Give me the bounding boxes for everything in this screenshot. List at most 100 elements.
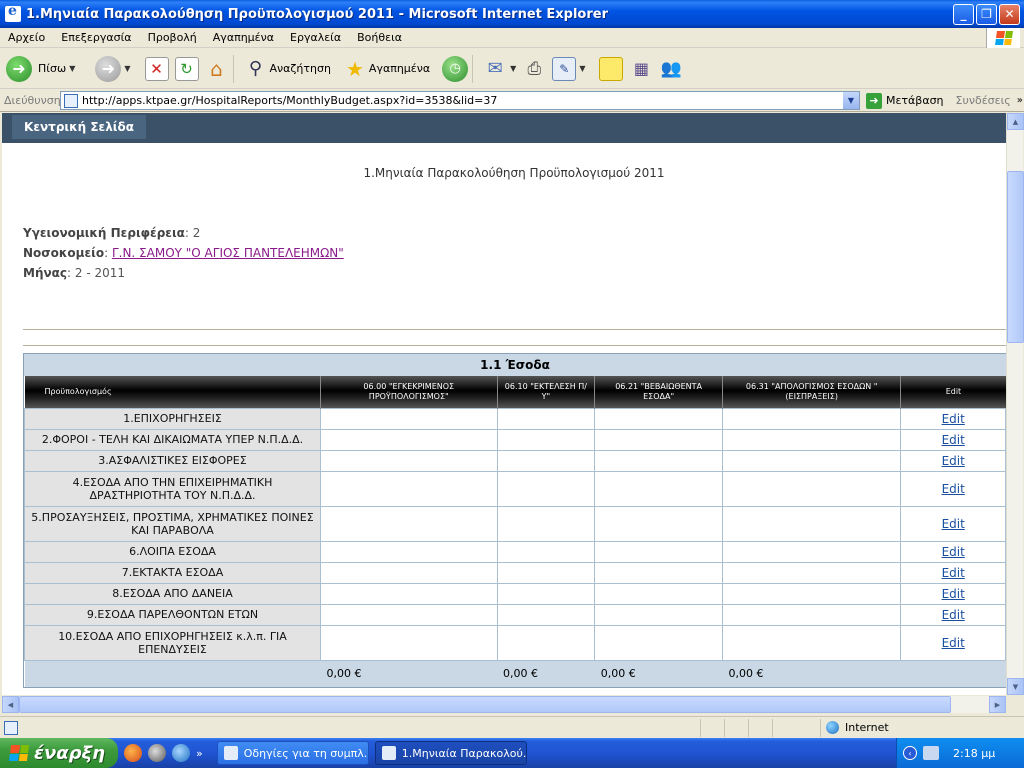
total-value: 0,00 € xyxy=(594,660,723,687)
totals-spacer xyxy=(24,660,321,687)
value-cell xyxy=(320,449,498,472)
internet-globe-icon xyxy=(826,721,839,734)
scroll-right-icon[interactable]: ▶ xyxy=(989,696,1006,713)
edit-link[interactable]: Edit xyxy=(942,608,965,622)
menu-favorites[interactable]: Αγαπημένα xyxy=(205,31,282,44)
firefox-icon[interactable] xyxy=(124,744,142,762)
address-input[interactable]: http://apps.ktpae.gr/HospitalReports/Mon… xyxy=(60,91,860,110)
menu-help[interactable]: Βοήθεια xyxy=(349,31,410,44)
edit-link[interactable]: Edit xyxy=(942,545,965,559)
value-cell xyxy=(496,561,596,584)
edit-dropdown-icon[interactable]: ▼ xyxy=(579,64,585,73)
close-button[interactable]: ✕ xyxy=(999,3,1020,25)
vertical-scrollbar[interactable]: ▲ ▼ xyxy=(1006,113,1024,695)
hospital-label: Νοσοκομείο xyxy=(23,246,105,260)
status-pane xyxy=(700,718,701,737)
forward-dropdown-icon[interactable]: ▼ xyxy=(124,64,130,73)
scroll-down-icon[interactable]: ▼ xyxy=(1007,678,1024,695)
horizontal-scrollbar[interactable]: ◀ ▶ xyxy=(2,696,1006,713)
menu-tools[interactable]: Εργαλεία xyxy=(282,31,349,44)
stop-button[interactable]: ✕ xyxy=(137,56,169,81)
table-row: 8.ΕΣΟΔΑ ΑΠΟ ΔΑΝΕΙΑ Edit xyxy=(24,582,1006,605)
menu-view[interactable]: Προβολή xyxy=(140,31,205,44)
print-button[interactable]: ⎙ xyxy=(522,57,546,81)
ie-icon xyxy=(5,3,21,22)
tray-collapse-icon[interactable]: ‹ xyxy=(903,746,917,760)
mail-dropdown-icon[interactable]: ▼ xyxy=(510,64,516,73)
discuss-button[interactable] xyxy=(591,56,624,81)
clock[interactable]: 2:18 μμ xyxy=(953,747,995,760)
menu-edit[interactable]: Επεξεργασία xyxy=(53,31,139,44)
taskbar: έναρξη » Οδηγίες για τη συμπλ... 1.Μηνια… xyxy=(0,738,1024,768)
col-header-certified: 06.21 "ΒΕΒΑΙΩΘΕΝΤΑ ΕΣΟΔΑ" xyxy=(594,376,723,408)
favorites-button[interactable]: ★ Αγαπημένα xyxy=(337,57,430,81)
value-cell xyxy=(496,407,596,430)
scroll-up-icon[interactable]: ▲ xyxy=(1007,113,1024,130)
task-label: 1.Μηνιαία Παρακολού... xyxy=(401,746,527,760)
minimize-button[interactable]: _ xyxy=(953,3,974,25)
taskbar-item-budget[interactable]: 1.Μηνιαία Παρακολού... xyxy=(374,741,527,765)
forward-button[interactable]: ➜ ▼ xyxy=(81,55,131,82)
page-status-icon xyxy=(4,720,18,735)
edit-link[interactable]: Edit xyxy=(942,433,965,447)
taskbar-item-guide[interactable]: Οδηγίες για τη συμπλ... xyxy=(216,741,369,765)
restore-button[interactable]: ❐ xyxy=(976,3,997,25)
search-button[interactable]: ⚲ Αναζήτηση xyxy=(244,57,331,81)
favorites-star-icon: ★ xyxy=(345,56,364,81)
hospital-link[interactable]: Γ.Ν. ΣΑΜΟΥ "Ο ΑΓΙΟΣ ΠΑΝΤΕΛΕΗΜΩΝ" xyxy=(112,246,344,260)
horizontal-scroll-thumb[interactable] xyxy=(19,696,951,713)
quick-launch: » xyxy=(124,744,203,762)
menu-file[interactable]: Αρχείο xyxy=(0,31,53,44)
network-icon[interactable] xyxy=(923,746,939,760)
edit-link[interactable]: Edit xyxy=(942,587,965,601)
col-header-execution: 06.10 "ΕΚΤΕΛΕΣΗ Π/Υ" xyxy=(496,376,595,408)
mail-button[interactable]: ✉ ▼ xyxy=(483,57,517,81)
edit-cell: Edit xyxy=(900,407,1006,430)
ie-quicklaunch-icon[interactable] xyxy=(172,744,190,762)
row-label: 2.ΦΟΡΟΙ - ΤΕΛΗ ΚΑΙ ΔΙΚΑΙΩΜΑΤΑ ΥΠΕΡ Ν.Π.Δ… xyxy=(24,428,321,451)
col-header-approved: 06.00 "ΕΓΚΕΚΡΙΜΕΝΟΣ ΠΡΟΫΠΟΛΟΓΙΣΜΟΣ" xyxy=(320,376,498,408)
edit-page-button[interactable]: ✎ ▼ xyxy=(552,56,585,81)
edit-link[interactable]: Edit xyxy=(942,454,965,468)
edit-link[interactable]: Edit xyxy=(942,412,965,426)
scroll-left-icon[interactable]: ◀ xyxy=(2,696,19,713)
row-label: 8.ΕΣΟΔΑ ΑΠΟ ΔΑΝΕΙΑ xyxy=(24,582,321,605)
address-dropdown-icon[interactable]: ▼ xyxy=(843,92,859,109)
research-button[interactable]: ▦ xyxy=(629,57,653,81)
value-cell xyxy=(721,428,902,451)
start-button[interactable]: έναρξη xyxy=(0,738,118,768)
vertical-scroll-thumb[interactable] xyxy=(1007,171,1024,343)
table-row: 5.ΠΡΟΣΑΥΞΗΣΕΙΣ, ΠΡΟΣΤΙΜΑ, ΧΡΗΜΑΤΙΚΕΣ ΠΟΙ… xyxy=(24,505,1006,542)
row-label: 3.ΑΣΦΑΛΙΣΤΙΚΕΣ ΕΙΣΦΟΡΕΣ xyxy=(24,449,321,472)
home-icon: ⌂ xyxy=(210,56,223,81)
media-player-icon[interactable] xyxy=(148,744,166,762)
history-button[interactable]: ◷ xyxy=(436,55,469,82)
table-row: 7.ΕΚΤΑΚΤΑ ΕΣΟΔΑ Edit xyxy=(24,561,1006,584)
back-button[interactable]: ➜ Πίσω ▼ xyxy=(6,55,75,82)
address-bar: Διεύθυνση http://apps.ktpae.gr/HospitalR… xyxy=(0,90,1024,112)
links-button[interactable]: Συνδέσεις xyxy=(956,94,1011,107)
home-button[interactable]: ⌂ xyxy=(205,57,229,81)
quick-launch-expand-icon[interactable]: » xyxy=(196,747,203,760)
totals-row: 0,00 €0,00 €0,00 €0,00 € xyxy=(24,660,1006,687)
row-label: 5.ΠΡΟΣΑΥΞΗΣΕΙΣ, ΠΡΟΣΤΙΜΑ, ΧΡΗΜΑΤΙΚΕΣ ΠΟΙ… xyxy=(24,505,321,542)
edit-link[interactable]: Edit xyxy=(942,636,965,650)
value-cell xyxy=(594,582,723,605)
links-expand-icon[interactable]: » xyxy=(1017,95,1023,106)
refresh-button[interactable]: ↻ xyxy=(174,56,199,81)
edit-cell: Edit xyxy=(900,624,1006,661)
table-header-row: Προϋπολογισμός 06.00 "ΕΓΚΕΚΡΙΜΕΝΟΣ ΠΡΟΫΠ… xyxy=(24,376,1006,408)
window-title: 1.Μηνιαία Παρακολούθηση Προϋπολογισμού 2… xyxy=(26,6,608,22)
nav-home-link[interactable]: Κεντρική Σελίδα xyxy=(12,115,146,139)
windows-flag-icon xyxy=(8,745,30,761)
revenue-table: 1.1 Έσοδα Προϋπολογισμός 06.00 "ΕΓΚΕΚΡΙΜ… xyxy=(23,353,1006,688)
go-button[interactable]: ➜ Μετάβαση xyxy=(866,92,944,109)
edit-link[interactable]: Edit xyxy=(942,482,965,496)
edit-link[interactable]: Edit xyxy=(942,566,965,580)
address-url[interactable]: http://apps.ktpae.gr/HospitalReports/Mon… xyxy=(82,94,843,107)
menu-bar: Αρχείο Επεξεργασία Προβολή Αγαπημένα Εργ… xyxy=(0,28,1024,48)
messenger-icon: 👥 xyxy=(660,58,683,79)
edit-link[interactable]: Edit xyxy=(942,517,965,531)
messenger-button[interactable]: 👥 xyxy=(659,57,683,81)
back-dropdown-icon[interactable]: ▼ xyxy=(69,64,75,73)
